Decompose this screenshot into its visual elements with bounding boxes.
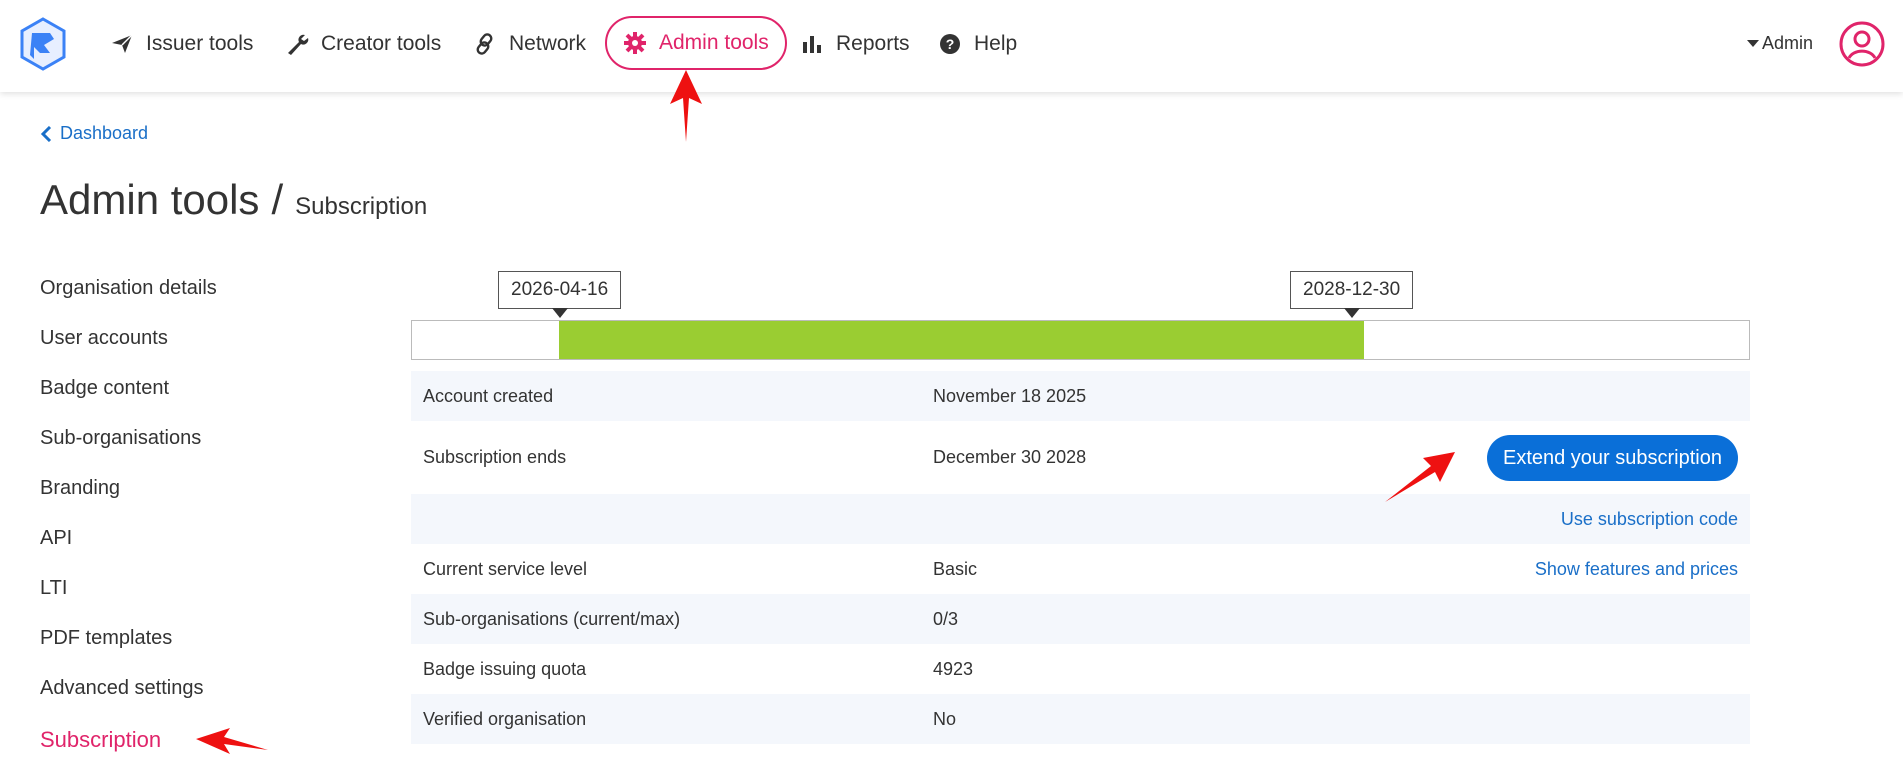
annotation-arrow-up-icon bbox=[670, 70, 702, 142]
back-link-label: Dashboard bbox=[60, 123, 149, 143]
nav-help[interactable]: ? Help bbox=[938, 28, 1017, 60]
sidebar-item-subscription[interactable]: Subscription bbox=[40, 724, 340, 774]
page-title-separator: / bbox=[271, 176, 284, 223]
row-subscription-code: Use subscription code bbox=[411, 494, 1750, 544]
page-title-main: Admin tools bbox=[40, 176, 260, 223]
nav-reports-label: Reports bbox=[836, 32, 910, 55]
account-created-value: November 18 2025 bbox=[933, 385, 1087, 406]
sub-orgs-label: Sub-organisations (current/max) bbox=[423, 608, 681, 629]
svg-text:?: ? bbox=[946, 36, 955, 52]
row-verified-organisation: Verified organisation No bbox=[411, 694, 1750, 744]
chevron-left-icon bbox=[40, 125, 52, 142]
nav-creator-tools-label: Creator tools bbox=[321, 32, 442, 55]
service-level-label: Current service level bbox=[423, 558, 588, 579]
sidebar-item-api[interactable]: API bbox=[40, 522, 340, 572]
nav-issuer-tools[interactable]: Issuer tools bbox=[110, 28, 253, 60]
nav-reports[interactable]: Reports bbox=[800, 28, 910, 60]
bar-chart-icon bbox=[803, 36, 821, 53]
subscription-period-bar bbox=[559, 321, 1364, 359]
row-subscription-ends: Subscription ends December 30 2028 Exten… bbox=[411, 421, 1750, 494]
link-icon bbox=[476, 33, 493, 55]
app-logo-icon[interactable] bbox=[20, 17, 66, 71]
caret-down-icon bbox=[1747, 40, 1759, 47]
nav-network[interactable]: Network bbox=[473, 28, 586, 60]
nav-admin-tools-label: Admin tools bbox=[659, 31, 769, 54]
subscription-ends-value: December 30 2028 bbox=[933, 447, 1087, 467]
nav-help-label: Help bbox=[974, 32, 1018, 55]
sidebar-item-lti[interactable]: LTI bbox=[40, 572, 340, 622]
extend-subscription-button[interactable]: Extend your subscription bbox=[1486, 435, 1738, 481]
page-title-sub: Subscription bbox=[295, 193, 428, 220]
subscription-info-table: Account created November 18 2025 Subscri… bbox=[411, 371, 1750, 744]
admin-sidebar: Organisation details User accounts Badge… bbox=[40, 272, 340, 774]
service-level-value: Basic bbox=[933, 558, 978, 579]
account-created-label: Account created bbox=[423, 385, 554, 406]
row-sub-organisations: Sub-organisations (current/max) 0/3 bbox=[411, 594, 1750, 644]
show-features-link[interactable]: Show features and prices bbox=[1535, 559, 1738, 580]
verified-value: No bbox=[933, 708, 957, 729]
sidebar-item-pdf-templates[interactable]: PDF templates bbox=[40, 622, 340, 672]
page-title: Admin tools / Subscription bbox=[40, 176, 427, 224]
sidebar-item-advanced-settings[interactable]: Advanced settings bbox=[40, 672, 340, 722]
gear-icon bbox=[624, 32, 646, 54]
row-account-created: Account created November 18 2025 bbox=[411, 371, 1750, 421]
nav-admin-tools[interactable]: Admin tools bbox=[605, 16, 787, 70]
nav-issuer-tools-label: Issuer tools bbox=[146, 32, 254, 55]
annotation-arrow-left-icon bbox=[196, 728, 268, 754]
top-navbar: Issuer tools Creator tools Network Admin… bbox=[0, 0, 1903, 92]
annotation-arrow-right-icon bbox=[1385, 452, 1455, 502]
sidebar-item-badge-content[interactable]: Badge content bbox=[40, 372, 340, 422]
verified-label: Verified organisation bbox=[423, 708, 587, 729]
nav-creator-tools[interactable]: Creator tools bbox=[285, 28, 441, 60]
badge-quota-value: 4923 bbox=[933, 658, 974, 679]
use-subscription-code-link[interactable]: Use subscription code bbox=[1561, 509, 1738, 530]
subscription-ends-label: Subscription ends bbox=[423, 447, 567, 467]
user-avatar-icon[interactable] bbox=[1838, 20, 1886, 68]
timeline-start-date: 2026-04-16 bbox=[498, 271, 622, 318]
badge-quota-label: Badge issuing quota bbox=[423, 658, 587, 679]
timeline-end-date: 2028-12-30 bbox=[1290, 271, 1414, 318]
paper-plane-icon bbox=[112, 34, 133, 53]
sidebar-item-user-accounts[interactable]: User accounts bbox=[40, 322, 340, 372]
user-menu-label: Admin bbox=[1762, 33, 1814, 53]
question-circle-icon: ? bbox=[940, 34, 960, 54]
sidebar-item-branding[interactable]: Branding bbox=[40, 472, 340, 522]
wrench-icon bbox=[288, 34, 309, 55]
sub-orgs-value: 0/3 bbox=[933, 608, 959, 629]
row-service-level: Current service level Basic Show feature… bbox=[411, 544, 1750, 594]
user-menu[interactable]: Admin bbox=[1747, 33, 1813, 54]
row-badge-quota: Badge issuing quota 4923 bbox=[411, 644, 1750, 694]
nav-network-label: Network bbox=[509, 32, 587, 55]
sidebar-item-sub-organisations[interactable]: Sub-organisations bbox=[40, 422, 340, 472]
back-to-dashboard-link[interactable]: Dashboard bbox=[40, 123, 148, 144]
subscription-timeline bbox=[411, 320, 1750, 360]
sidebar-item-organisation-details[interactable]: Organisation details bbox=[40, 272, 340, 322]
